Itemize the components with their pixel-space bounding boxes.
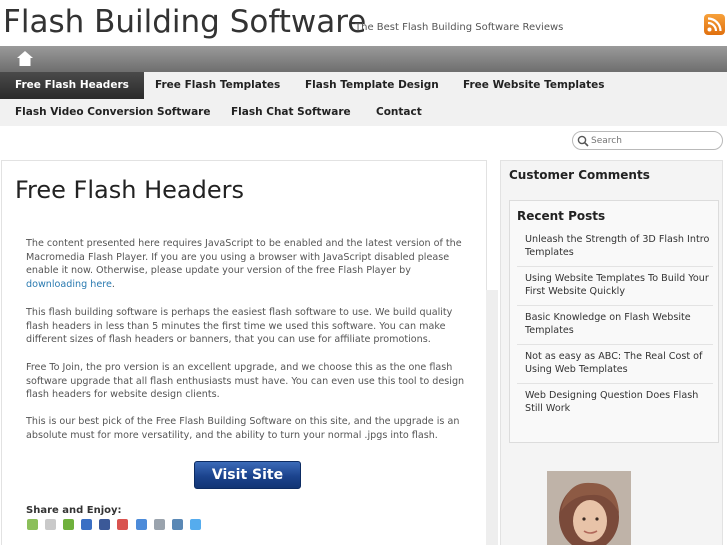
share-title: Share and Enjoy:	[26, 505, 122, 516]
share-icon-4[interactable]	[81, 519, 93, 530]
search-icon	[577, 135, 589, 147]
twitter-icon[interactable]	[189, 519, 201, 530]
site-header: Flash Building Software The Best Flash B…	[0, 0, 727, 46]
recent-post-link[interactable]: Basic Knowledge on Flash Website Templat…	[517, 306, 713, 345]
share-icon-3[interactable]	[63, 519, 75, 530]
recent-post-link[interactable]: Web Designing Question Does Flash Still …	[517, 384, 713, 423]
recent-post-link[interactable]: Unleash the Strength of 3D Flash Intro T…	[517, 228, 713, 267]
share-icon-7[interactable]	[135, 519, 147, 530]
search-input[interactable]	[591, 133, 719, 148]
flash-notice-text: The content presented here requires Java…	[26, 238, 462, 276]
recent-post-link[interactable]: Not as easy as ABC: The Real Cost of Usi…	[517, 345, 713, 384]
page-title: Free Flash Headers	[15, 176, 244, 204]
recent-posts-list: Unleash the Strength of 3D Flash Intro T…	[517, 228, 713, 423]
search-box	[572, 131, 723, 150]
downloading-here-link[interactable]: downloading here	[26, 279, 112, 290]
author-photo	[547, 471, 631, 545]
share-icons	[27, 519, 203, 533]
share-icon-1[interactable]	[27, 519, 38, 530]
rss-icon[interactable]	[704, 14, 725, 35]
recent-posts-heading: Recent Posts	[517, 209, 606, 223]
content-paragraph-2: Free To Join, the pro version is an exce…	[26, 362, 465, 400]
flash-notice-end: .	[111, 278, 115, 290]
nav-item-free-flash-templates[interactable]: Free Flash Templates	[140, 72, 295, 99]
nav-item-flash-chat-software[interactable]: Flash Chat Software	[216, 99, 366, 126]
home-icon[interactable]	[16, 50, 34, 67]
recent-post-link[interactable]: Using Website Templates To Build Your Fi…	[517, 267, 713, 306]
nav-item-free-flash-headers[interactable]: Free Flash Headers	[0, 72, 144, 99]
nav-item-contact[interactable]: Contact	[361, 99, 437, 126]
site-tagline: The Best Flash Building Software Reviews	[355, 22, 564, 33]
facebook-icon[interactable]	[99, 519, 111, 530]
visit-site-button[interactable]: Visit Site	[194, 461, 301, 489]
share-icon-8[interactable]	[153, 519, 165, 530]
home-bar	[0, 46, 727, 72]
share-icon-9[interactable]	[171, 519, 183, 530]
content-paragraph-1: This flash building software is perhaps …	[26, 307, 453, 345]
site-title[interactable]: Flash Building Software	[3, 4, 366, 40]
nav-item-free-website-templates[interactable]: Free Website Templates	[448, 72, 620, 99]
main-nav: Free Flash Headers Free Flash Templates …	[0, 72, 727, 126]
share-icon-2[interactable]	[45, 519, 57, 530]
share-icon-6[interactable]	[117, 519, 129, 530]
flash-notice-paragraph: The content presented here requires Java…	[26, 237, 468, 291]
content-divider	[486, 290, 498, 545]
nav-item-flash-video-conversion[interactable]: Flash Video Conversion Software	[0, 99, 225, 126]
content-paragraph-3: This is our best pick of the Free Flash …	[26, 416, 460, 441]
customer-comments-heading: Customer Comments	[509, 168, 650, 182]
nav-item-flash-template-design[interactable]: Flash Template Design	[290, 72, 454, 99]
